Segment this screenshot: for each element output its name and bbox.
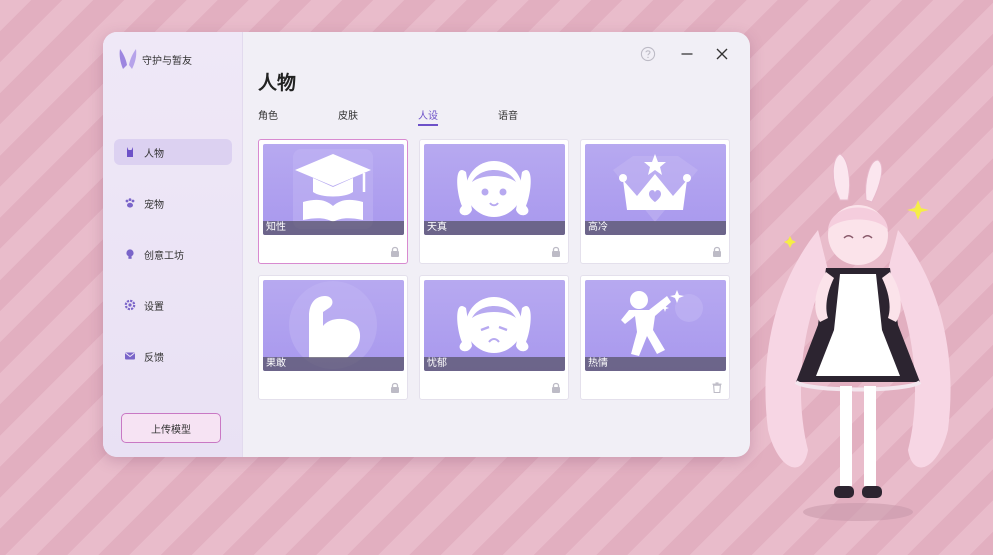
sidebar-item-label: 人物 — [144, 148, 164, 160]
lock-icon — [391, 246, 399, 257]
page-title: 人物 — [258, 72, 297, 94]
persona-card-intellectual[interactable]: 知性 — [258, 139, 408, 264]
bunny-ears-icon — [119, 49, 137, 69]
app-name: 守护与暂友 — [142, 55, 192, 67]
help-icon — [640, 46, 656, 62]
persona-grid: 知性 天真 高冷 果敢 忧郁 热情 — [258, 139, 730, 400]
app-window: 守护与暂友 人物 宠物 创意工坊 设置 反馈 上传模型 人物 角色 皮肤 人设 … — [103, 32, 750, 457]
card-image: 天真 — [424, 144, 565, 235]
persona-card-decisive[interactable]: 果敢 — [258, 275, 408, 400]
card-label: 天真 — [424, 221, 565, 235]
upload-model-button[interactable]: 上传模型 — [121, 413, 221, 443]
sidebar-item-character[interactable]: 人物 — [114, 139, 232, 165]
card-label: 忧郁 — [424, 357, 565, 371]
minimize-icon — [681, 53, 693, 55]
sidebar: 守护与暂友 人物 宠物 创意工坊 设置 反馈 上传模型 — [103, 32, 243, 457]
card-image: 知性 — [263, 144, 404, 235]
close-button[interactable] — [713, 45, 731, 63]
brand: 守护与暂友 — [118, 48, 192, 70]
persona-card-melancholy[interactable]: 忧郁 — [419, 275, 569, 400]
sidebar-item-workshop[interactable]: 创意工坊 — [114, 241, 232, 267]
close-icon — [716, 48, 728, 60]
lock-icon — [552, 246, 560, 257]
trash-icon[interactable] — [712, 382, 722, 393]
sidebar-item-label: 反馈 — [144, 352, 164, 364]
main-panel: 人物 角色 皮肤 人设 语音 知性 天真 高冷 果敢 忧郁 热情 — [243, 32, 750, 457]
lock-icon — [552, 382, 560, 393]
card-label: 高冷 — [585, 221, 726, 235]
mail-icon — [125, 352, 135, 360]
sidebar-item-label: 宠物 — [144, 199, 164, 211]
tab-role[interactable]: 角色 — [258, 107, 278, 126]
help-button[interactable] — [639, 45, 657, 63]
maid-bunny-mascot — [765, 153, 951, 521]
lock-icon — [713, 246, 721, 257]
paw-icon — [125, 198, 135, 208]
card-label: 知性 — [263, 221, 404, 235]
card-label: 热情 — [585, 357, 726, 371]
sidebar-item-feedback[interactable]: 反馈 — [114, 343, 232, 369]
sidebar-item-pet[interactable]: 宠物 — [114, 190, 232, 216]
tab-bar: 角色 皮肤 人设 语音 — [258, 107, 578, 126]
card-image: 热情 — [585, 280, 726, 371]
minimize-button[interactable] — [678, 45, 696, 63]
card-image: 忧郁 — [424, 280, 565, 371]
gear-icon — [124, 299, 136, 311]
card-image: 高冷 — [585, 144, 726, 235]
sidebar-item-settings[interactable]: 设置 — [114, 292, 232, 318]
persona-card-passionate[interactable]: 热情 — [580, 275, 730, 400]
sidebar-item-label: 创意工坊 — [144, 250, 184, 262]
tab-skin[interactable]: 皮肤 — [338, 107, 358, 126]
lightbulb-icon — [126, 249, 134, 259]
lock-icon — [391, 382, 399, 393]
sidebar-nav: 人物 宠物 创意工坊 设置 反馈 — [114, 139, 232, 394]
persona-card-aloof[interactable]: 高冷 — [580, 139, 730, 264]
character-icon — [127, 147, 133, 157]
persona-card-innocent[interactable]: 天真 — [419, 139, 569, 264]
sidebar-item-label: 设置 — [144, 301, 164, 313]
card-label: 果敢 — [263, 357, 404, 371]
tab-voice[interactable]: 语音 — [498, 107, 518, 126]
card-image: 果敢 — [263, 280, 404, 371]
tab-persona[interactable]: 人设 — [418, 107, 438, 126]
